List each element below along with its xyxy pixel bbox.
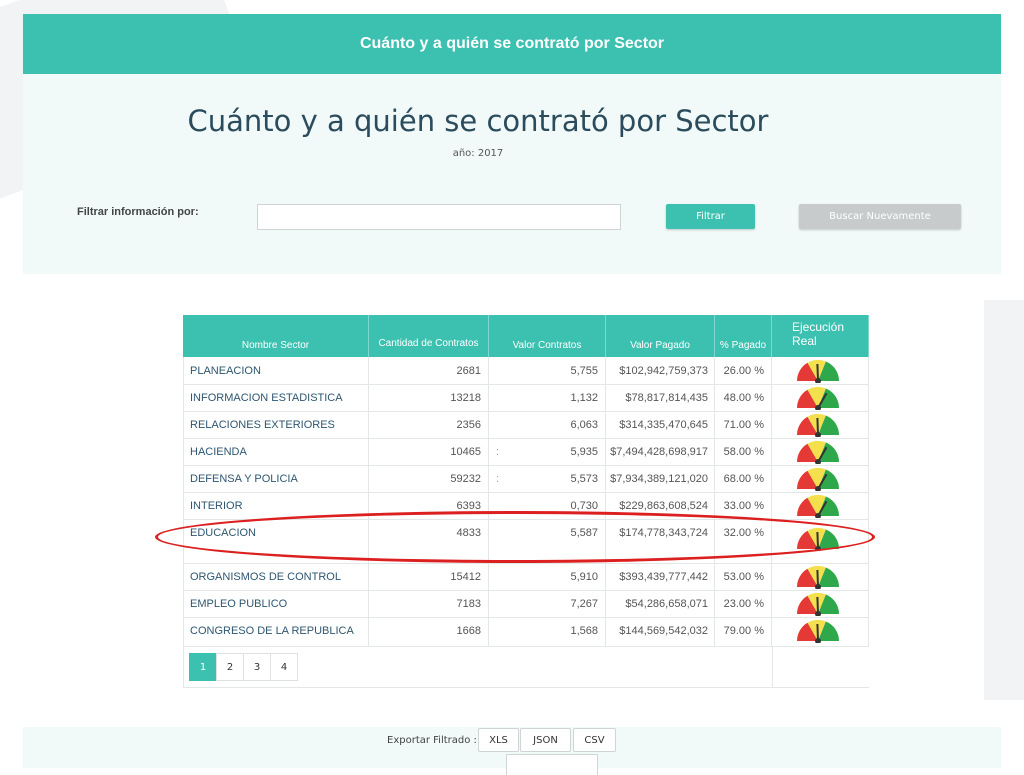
valor-contratos-cell: 5,935 [489, 438, 606, 465]
page-4-button[interactable]: 4 [270, 653, 298, 681]
sector-table: Nombre Sector Cantidad de Contratos Valo… [183, 315, 869, 688]
separator-mark: : [496, 446, 500, 458]
valor-contratos-cell: 6,063 [489, 411, 606, 438]
pct-pagado-cell: 68.00 % [715, 465, 772, 492]
gauge-icon [797, 386, 840, 410]
sector-name-cell: CONGRESO DE LA REPUBLICA [183, 617, 369, 646]
valor-contratos-cell: 5,910 [489, 563, 606, 590]
gauge-cell [772, 438, 869, 465]
column-header-valor-pagado: Valor Pagado [606, 315, 715, 357]
valor-contratos-cell: 5,755 [489, 357, 606, 384]
export-footer: Exportar Filtrado : XLS JSON CSV [23, 727, 1001, 775]
search-again-button[interactable]: Buscar Nuevamente [799, 204, 961, 229]
gauge-cell [772, 465, 869, 492]
gauge-cell [772, 384, 869, 411]
valor-pagado-cell: $393,439,777,442 [606, 563, 715, 590]
valor-pagado-cell: $7,934,389,121,020 [606, 465, 715, 492]
page-title: Cuánto y a quién se contrató por Sector [187, 104, 769, 138]
page-1-button[interactable]: 1 [189, 653, 217, 681]
banner-title: Cuánto y a quién se contrató por Sector [359, 35, 665, 52]
valor-contratos-cell: 5,573 [489, 465, 606, 492]
top-banner: Cuánto y a quién se contrató por Sector [23, 14, 1001, 74]
cantidad-cell: 7183 [369, 590, 489, 617]
valor-pagado-cell: $54,286,658,071 [606, 590, 715, 617]
gauge-cell [772, 590, 869, 617]
secondary-control[interactable] [506, 754, 598, 775]
pct-pagado-cell: 23.00 % [715, 590, 772, 617]
column-header-pct-pagado: % Pagado [715, 315, 772, 357]
gauge-cell [772, 563, 869, 590]
valor-pagado-cell: $314,335,470,645 [606, 411, 715, 438]
page-3-button[interactable]: 3 [243, 653, 271, 681]
valor-pagado-cell: $78,817,814,435 [606, 384, 715, 411]
pct-pagado-cell: 79.00 % [715, 617, 772, 646]
filter-button[interactable]: Filtrar [666, 204, 755, 229]
gauge-icon [797, 467, 840, 491]
page-2-button[interactable]: 2 [216, 653, 244, 681]
cantidad-cell: 59232 [369, 465, 489, 492]
column-header-ejecucion: Ejecución Real [772, 315, 869, 357]
pct-pagado-cell: 53.00 % [715, 563, 772, 590]
gauge-cell [772, 411, 869, 438]
pct-pagado-cell: 48.00 % [715, 384, 772, 411]
gauge-icon [797, 592, 840, 616]
valor-pagado-cell: $144,569,542,032 [606, 617, 715, 646]
sector-name-cell: PLANEACION [183, 357, 369, 384]
filter-label: Filtrar información por: [77, 206, 199, 218]
cantidad-cell: 1668 [369, 617, 489, 646]
table-row[interactable]: HACIENDA 10465 5,935 $7,494,428,698,917 58.0… [183, 438, 869, 466]
cantidad-cell: 2681 [369, 357, 489, 384]
export-xls-button[interactable]: XLS [478, 728, 519, 752]
cantidad-cell: 10465 [369, 438, 489, 465]
gauge-icon [797, 359, 840, 383]
sector-name-cell: EMPLEO PUBLICO [183, 590, 369, 617]
export-label: Exportar Filtrado : [387, 735, 477, 746]
pct-pagado-cell: 58.00 % [715, 438, 772, 465]
column-header-valor-contratos: Valor Contratos [489, 315, 606, 357]
gauge-cell [772, 617, 869, 646]
pagination: 1 2 3 4 [189, 653, 298, 681]
table-row[interactable]: INFORMACION ESTADISTICA 13218 1,132 $78,817… [183, 384, 869, 412]
gauge-icon [797, 494, 840, 518]
table-row[interactable]: PLANEACION 2681 5,755 $102,942,759,373 26.00… [183, 357, 869, 385]
valor-contratos-cell: 1,568 [489, 617, 606, 646]
export-json-button[interactable]: JSON [520, 728, 571, 752]
gauge-cell [772, 492, 869, 519]
cantidad-cell: 2356 [369, 411, 489, 438]
cantidad-cell: 13218 [369, 384, 489, 411]
sector-name-cell: INFORMACION ESTADISTICA [183, 384, 369, 411]
column-header-cantidad: Cantidad de Contratos [369, 315, 489, 357]
column-header-sector: Nombre Sector [183, 315, 369, 357]
table-row[interactable]: EMPLEO PUBLICO 7183 7,267 $54,286,658,071 23… [183, 590, 869, 618]
cantidad-cell: 15412 [369, 563, 489, 590]
export-csv-button[interactable]: CSV [573, 728, 616, 752]
table-row[interactable]: RELACIONES EXTERIORES 2356 6,063 $314,335,4… [183, 411, 869, 439]
filter-input[interactable] [257, 204, 621, 230]
gauge-cell [772, 357, 869, 384]
sector-name-cell: ORGANISMOS DE CONTROL [183, 563, 369, 590]
pct-pagado-cell: 26.00 % [715, 357, 772, 384]
gauge-icon [797, 440, 840, 464]
gauge-icon [797, 413, 840, 437]
table-row[interactable]: CONGRESO DE LA REPUBLICA 1668 1,568 $144,56… [183, 617, 869, 647]
sector-name-cell: HACIENDA [183, 438, 369, 465]
valor-pagado-cell: $7,494,428,698,917 [606, 438, 715, 465]
pagination-row: 1 2 3 4 [183, 646, 869, 688]
valor-pagado-cell: $102,942,759,373 [606, 357, 715, 384]
valor-contratos-cell: 1,132 [489, 384, 606, 411]
valor-contratos-cell: 7,267 [489, 590, 606, 617]
year-label: año: 2017 [452, 148, 504, 159]
highlight-ellipse [155, 511, 875, 563]
pct-pagado-cell: 71.00 % [715, 411, 772, 438]
hero-section: Cuánto y a quién se contrató por Sector … [23, 74, 1001, 274]
separator-mark: : [496, 473, 500, 485]
background-shape [984, 300, 1024, 700]
table-row[interactable]: ORGANISMOS DE CONTROL 15412 5,910 $393,439,… [183, 563, 869, 591]
gauge-icon [797, 565, 840, 589]
gauge-icon [797, 619, 840, 643]
table-row[interactable]: DEFENSA Y POLICIA 59232 5,573 $7,934,389,12… [183, 465, 869, 493]
sector-name-cell: DEFENSA Y POLICIA [183, 465, 369, 492]
sector-name-cell: RELACIONES EXTERIORES [183, 411, 369, 438]
table-border [772, 646, 773, 687]
